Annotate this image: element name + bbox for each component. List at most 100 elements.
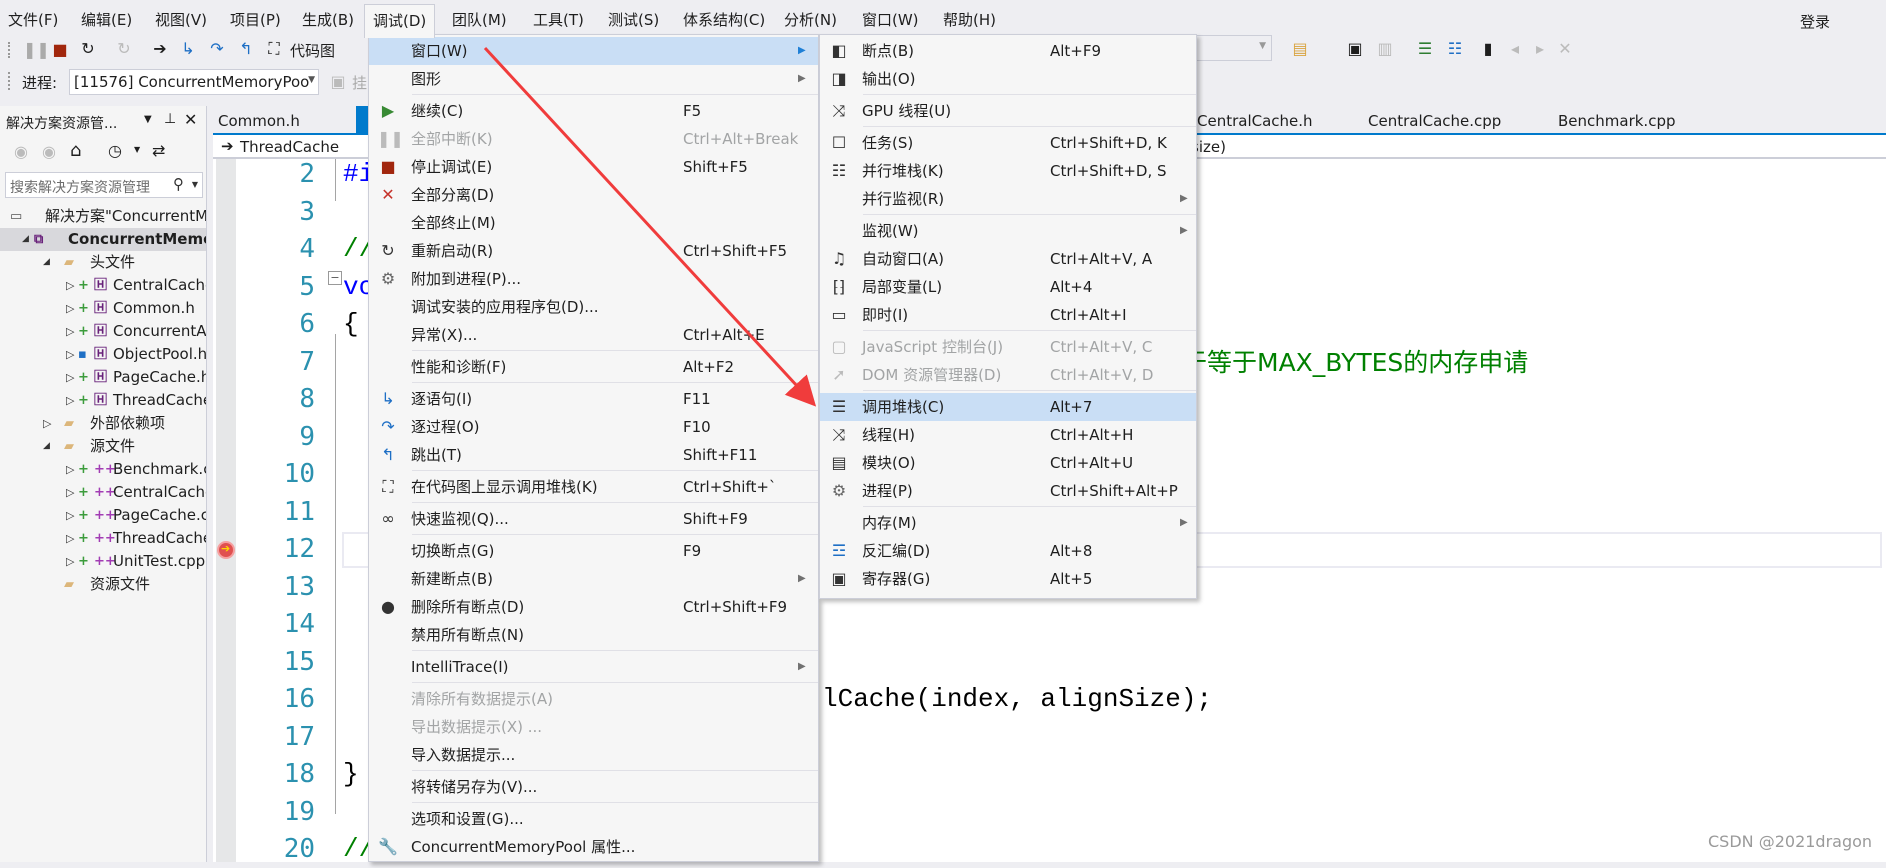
menu-item[interactable]: 内存(M) ▶: [820, 509, 1196, 537]
menu-item[interactable]: 新建断点(B) ▶: [369, 565, 818, 593]
tree-item[interactable]: ▷ + ++ Benchmark.c: [0, 458, 206, 481]
menu-item[interactable]: ∞ 快速监视(Q)... Shift+F9: [369, 505, 818, 533]
menu-item[interactable]: ⚙ 附加到进程(P)...: [369, 265, 818, 293]
menu-item[interactable]: ▣ 寄存器(G) Alt+5: [820, 565, 1196, 593]
tree-item[interactable]: ◢ ▰ 头文件: [0, 251, 206, 274]
menu-item[interactable]: 🔧 ConcurrentMemoryPool 属性...: [369, 833, 818, 861]
menu-10[interactable]: 分析(N): [784, 9, 837, 30]
menu-item[interactable]: ♫ 自动窗口(A) Ctrl+Alt+V, A: [820, 245, 1196, 273]
tree-item[interactable]: ▷ + ++ PageCache.c: [0, 504, 206, 527]
menu-item[interactable]: 切换断点(G) F9: [369, 537, 818, 565]
collapsed-triangle-icon[interactable]: ▷: [66, 481, 74, 504]
menu-item[interactable]: 图形 ▶: [369, 65, 818, 93]
menu-item[interactable]: ⚙ 进程(P) Ctrl+Shift+Alt+P: [820, 477, 1196, 505]
menu-3[interactable]: 项目(P): [230, 9, 281, 30]
uncomment-icon[interactable]: ☷: [1445, 40, 1465, 58]
tree-item[interactable]: ▷ + ++ ThreadCache: [0, 527, 206, 550]
tree-item[interactable]: ▷ + 🄷 Common.h: [0, 297, 206, 320]
current-statement-breakpoint-icon[interactable]: ➔: [217, 541, 235, 559]
collapsed-triangle-icon[interactable]: ▷: [66, 458, 74, 481]
menu-5[interactable]: 调试(D): [364, 4, 436, 38]
menu-item[interactable]: 导入数据提示...: [369, 741, 818, 769]
toolbar-grip[interactable]: [8, 72, 12, 90]
menu-item[interactable]: 异常(X)... Ctrl+Alt+E: [369, 321, 818, 349]
collapsed-triangle-icon[interactable]: ▷: [66, 389, 74, 412]
editor-tab[interactable]: Common.h: [218, 112, 300, 130]
tree-item[interactable]: ▷ ▰ 外部依赖项: [0, 412, 206, 435]
collapsed-triangle-icon[interactable]: ▷: [66, 366, 74, 389]
menu-item[interactable]: ⤨ 线程(H) Ctrl+Alt+H: [820, 421, 1196, 449]
menu-item[interactable]: ↳ 逐语句(I) F11: [369, 385, 818, 413]
back-icon[interactable]: ◉: [14, 142, 28, 161]
menu-0[interactable]: 文件(F): [8, 9, 58, 30]
breakpoint-margin[interactable]: [216, 159, 236, 862]
menu-4[interactable]: 生成(B): [302, 9, 354, 30]
menu-item[interactable]: 调试安装的应用程序包(D)...: [369, 293, 818, 321]
editor-tab[interactable]: CentralCache.h: [1197, 112, 1313, 130]
nav-scope-dropdown[interactable]: ThreadCache: [240, 138, 339, 156]
tree-item[interactable]: ▷ + 🄷 ThreadCache: [0, 389, 206, 412]
collapsed-triangle-icon[interactable]: ▷: [66, 320, 74, 343]
menu-item[interactable]: ✕ 全部分离(D): [369, 181, 818, 209]
pause-icon[interactable]: ❚❚: [23, 41, 50, 59]
expanded-triangle-icon[interactable]: ◢: [43, 251, 50, 274]
menu-item[interactable]: ☐ 任务(S) Ctrl+Shift+D, K: [820, 129, 1196, 157]
menu-item[interactable]: IntelliTrace(I) ▶: [369, 653, 818, 681]
menu-item[interactable]: ☰ 调用堆栈(C) Alt+7: [820, 393, 1196, 421]
stop-icon[interactable]: ■: [50, 41, 70, 59]
search-input[interactable]: 搜索解决方案资源管理 ⚲ ▼: [5, 172, 203, 198]
editor-tab[interactable]: CentralCache.cpp: [1368, 112, 1501, 130]
collapsed-triangle-icon[interactable]: ▷: [66, 550, 74, 573]
menu-item[interactable]: ◧ 断点(B) Alt+F9: [820, 37, 1196, 65]
pin-icon[interactable]: ⊥: [164, 111, 176, 127]
bookmark-icon[interactable]: ▮: [1478, 40, 1498, 58]
menu-item[interactable]: ↻ 重新启动(R) Ctrl+Shift+F5: [369, 237, 818, 265]
code-map-button[interactable]: 代码图: [290, 40, 335, 61]
tree-item[interactable]: ▷ + ++ CentralCache: [0, 481, 206, 504]
menu-12[interactable]: 帮助(H): [943, 9, 996, 30]
process-dropdown[interactable]: [11576] ConcurrentMemoryPoo ▼: [69, 69, 319, 95]
collapsed-triangle-icon[interactable]: ▷: [43, 412, 51, 435]
menu-9[interactable]: 体系结构(C): [683, 9, 765, 30]
menu-8[interactable]: 测试(S): [608, 9, 659, 30]
tree-item[interactable]: ◢ ▰ 源文件: [0, 435, 206, 458]
collapsed-triangle-icon[interactable]: ▷: [66, 343, 74, 366]
menu-item[interactable]: 选项和设置(G)...: [369, 805, 818, 833]
menu-item[interactable]: ☷ 并行堆栈(K) Ctrl+Shift+D, S: [820, 157, 1196, 185]
forward-icon[interactable]: ◉: [42, 142, 56, 161]
code-map-icon[interactable]: ⛶: [264, 40, 284, 58]
step-over-icon[interactable]: ↷: [207, 40, 227, 58]
menu-11[interactable]: 窗口(W): [862, 9, 919, 30]
collapse-icon[interactable]: −: [328, 271, 342, 285]
collapsed-triangle-icon[interactable]: ▷: [66, 297, 74, 320]
login-link[interactable]: 登录: [1800, 11, 1830, 32]
tree-item[interactable]: ◢ ⧉ ConcurrentMemor: [0, 228, 206, 251]
menu-item[interactable]: ◨ 输出(O): [820, 65, 1196, 93]
tree-item[interactable]: ▷ + 🄷 PageCache.h: [0, 366, 206, 389]
menu-item[interactable]: ▤ 模块(O) Ctrl+Alt+U: [820, 449, 1196, 477]
pending-changes-icon[interactable]: ◷: [108, 141, 122, 160]
menu-item[interactable]: 并行监视(R) ▶: [820, 185, 1196, 213]
find-in-files-icon[interactable]: ▤: [1290, 40, 1310, 58]
menu-item[interactable]: 窗口(W) ▶: [369, 37, 818, 65]
dropdown-icon[interactable]: ▼: [144, 114, 152, 125]
menu-item[interactable]: ☲ 反汇编(D) Alt+8: [820, 537, 1196, 565]
step-out-icon[interactable]: ↰: [236, 40, 256, 58]
expanded-triangle-icon[interactable]: ◢: [22, 228, 29, 251]
sync-icon[interactable]: ⇄: [152, 141, 165, 160]
tree-item[interactable]: ▷ + 🄷 CentralCache: [0, 274, 206, 297]
chevron-down-icon[interactable]: ▼: [134, 145, 140, 154]
chevron-down-icon[interactable]: ▼: [192, 180, 198, 189]
restart-icon[interactable]: ↻: [78, 40, 98, 58]
menu-item[interactable]: 监视(W) ▶: [820, 217, 1196, 245]
menu-item[interactable]: ■ 停止调试(E) Shift+F5: [369, 153, 818, 181]
menu-1[interactable]: 编辑(E): [81, 9, 132, 30]
menu-item[interactable]: 禁用所有断点(N): [369, 621, 818, 649]
search-icon[interactable]: ⚲: [173, 175, 184, 193]
close-icon[interactable]: ✕: [184, 110, 197, 129]
menu-item[interactable]: ▶ 继续(C) F5: [369, 97, 818, 125]
menu-item[interactable]: 将转储另存为(V)...: [369, 773, 818, 801]
collapsed-triangle-icon[interactable]: ▷: [66, 504, 74, 527]
tree-item[interactable]: ▷ + ++ UnitTest.cpp: [0, 550, 206, 573]
menu-item[interactable]: ↰ 跳出(T) Shift+F11: [369, 441, 818, 469]
